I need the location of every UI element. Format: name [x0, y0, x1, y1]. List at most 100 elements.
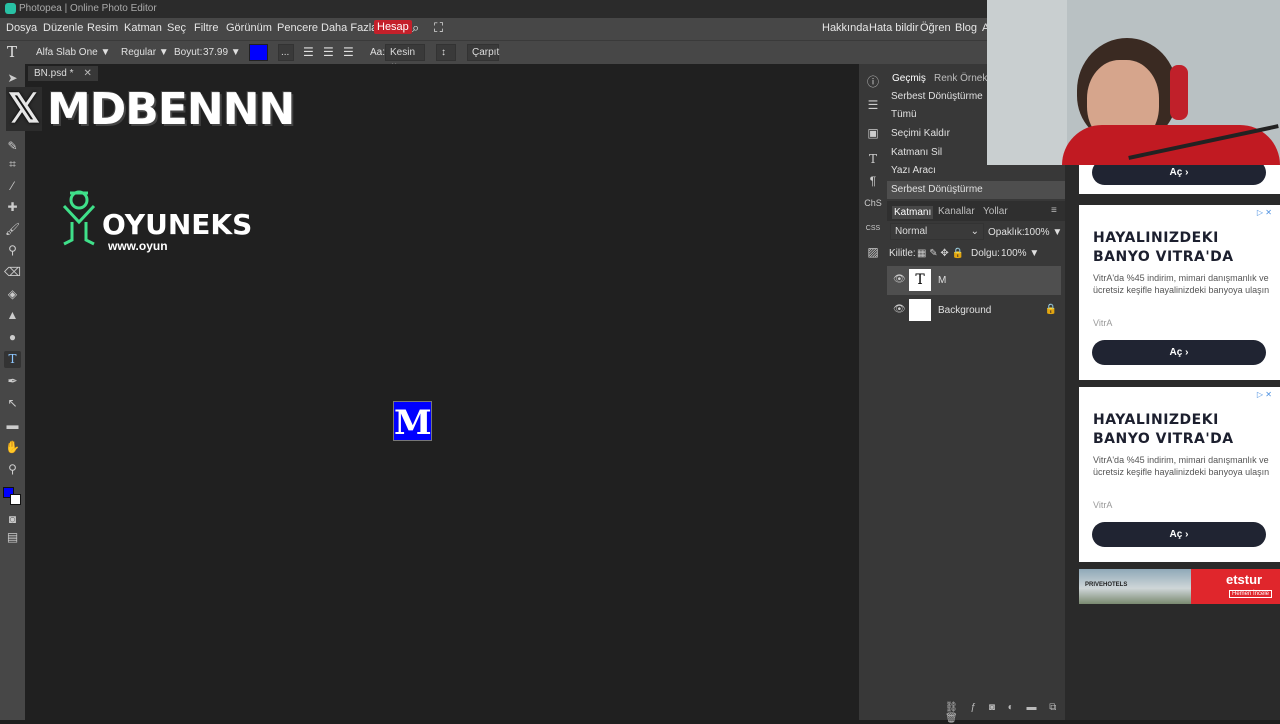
ad-choices-icon[interactable]: ▷ ✕: [1257, 208, 1272, 217]
panel-menu-icon[interactable]: ≡: [1051, 205, 1057, 216]
ad-card[interactable]: ▷ ✕ HAYALINIZDEKI BANYO VITRA'DA VitrA'd…: [1079, 387, 1280, 562]
canvas-area[interactable]: [25, 64, 859, 720]
layer-row[interactable]: 👁 Background 🔒: [887, 296, 1061, 325]
brush-edit-icon[interactable]: ✎: [4, 138, 21, 155]
visibility-eye-icon[interactable]: 👁: [893, 304, 906, 315]
screen-mode-icon[interactable]: ▤: [4, 529, 21, 546]
character-icon[interactable]: T: [864, 150, 882, 168]
text-orientation-button[interactable]: ↕: [436, 44, 456, 61]
fullscreen-icon[interactable]: ⛶: [434, 20, 443, 36]
align-right-icon[interactable]: ☰: [343, 45, 354, 59]
menu-layer[interactable]: Katman: [124, 22, 162, 34]
tab-layers[interactable]: Katmanı: [892, 206, 934, 219]
webcam-headphone: [1170, 65, 1188, 120]
lock-icons[interactable]: ▦ ✎ ✥ 🔒: [917, 248, 964, 259]
brush-tool-icon[interactable]: 🖌: [4, 221, 21, 238]
ad-banner-hotel-image[interactable]: PRIVEHOTELS: [1079, 569, 1191, 604]
menu-about[interactable]: Hakkında: [822, 22, 868, 34]
photopea-logo-icon: [5, 3, 16, 14]
lock-icon: 🔒: [1044, 304, 1057, 315]
fill-tool-icon[interactable]: ◈: [4, 286, 21, 303]
eraser-tool-icon[interactable]: ⌫: [4, 264, 21, 281]
search-icon[interactable]: ⌕: [412, 20, 419, 36]
pen-tool-icon[interactable]: ✒: [4, 373, 21, 390]
info-icon[interactable]: ⓘ: [864, 73, 882, 91]
ad-title: HAYALINIZDEKI BANYO VITRA'DA: [1093, 412, 1234, 447]
menu-edit[interactable]: Düzenle: [43, 22, 83, 34]
oyuneks-url-text: www.oyun: [108, 239, 168, 253]
window-title: Photopea | Online Photo Editor: [19, 3, 157, 14]
ad-banner-cta: Hemen İncele: [1229, 590, 1273, 598]
tab-channels[interactable]: Kanallar: [938, 206, 975, 217]
move-tool-icon[interactable]: ➤: [4, 70, 21, 87]
ad-description: VitrA'da %45 indirim, mimari danışmanlık…: [1093, 273, 1270, 295]
properties-icon[interactable]: ▣: [864, 124, 882, 142]
crop-tool-icon[interactable]: ⌗: [4, 156, 21, 173]
history-item-current[interactable]: Serbest Dönüştürme: [887, 181, 1065, 199]
more-options-button[interactable]: ...: [278, 44, 294, 61]
text-tool-icon[interactable]: T: [7, 43, 17, 61]
sharpen-tool-icon[interactable]: ▲: [4, 307, 21, 324]
ad-open-button[interactable]: Aç ›: [1092, 522, 1266, 547]
menu-select[interactable]: Seç: [167, 22, 186, 34]
healing-icon[interactable]: ✚: [4, 199, 21, 216]
quick-mask-icon[interactable]: ◙: [4, 511, 21, 528]
shape-tool-icon[interactable]: ▬: [4, 417, 21, 434]
layer-name: M: [938, 275, 947, 286]
opacity-input[interactable]: 100% ▼: [1024, 227, 1062, 238]
dodge-tool-icon[interactable]: ●: [4, 329, 21, 346]
warp-text-button[interactable]: Çarpıt: [467, 44, 499, 61]
ad-choices-icon[interactable]: ▷ ✕: [1257, 390, 1272, 399]
canvas-text-layer[interactable]: M: [393, 401, 432, 443]
align-center-icon[interactable]: ☰: [323, 45, 334, 59]
menu-window[interactable]: Pencere: [277, 22, 318, 34]
font-family-select[interactable]: Alfa Slab One ▼: [36, 47, 110, 58]
ad-card[interactable]: ▷ ✕ HAYALINIZDEKI BANYO VITRA'DA VitrA'd…: [1079, 205, 1280, 380]
document-tab-title: BN.psd *: [34, 68, 74, 79]
layer-footer-icons[interactable]: ⛓ ƒ ◙ ◐ ▬ ⧉ 🗑: [945, 702, 1065, 724]
eyedropper-icon[interactable]: ⁄: [4, 178, 21, 195]
layer-row[interactable]: 👁 T M: [887, 266, 1061, 295]
visibility-eye-icon[interactable]: 👁: [893, 274, 906, 285]
tab-swatches[interactable]: Renk Örnekle: [934, 73, 995, 84]
ad-brand: VitrA: [1093, 500, 1113, 510]
menu-report-bug[interactable]: Hata bildir: [869, 22, 919, 34]
background-layer-thumb: [909, 299, 931, 321]
tab-paths[interactable]: Yollar: [983, 206, 1008, 217]
menu-file[interactable]: Dosya: [6, 22, 37, 34]
path-select-icon[interactable]: ↖: [4, 395, 21, 412]
font-size-input[interactable]: 37.99 ▼: [203, 47, 241, 58]
character-styles-icon[interactable]: ChS: [864, 194, 882, 212]
type-tool-icon[interactable]: T: [4, 351, 21, 368]
menu-filter[interactable]: Filtre: [194, 22, 218, 34]
menu-image[interactable]: Resim: [87, 22, 118, 34]
document-tab[interactable]: BN.psd * ✕: [28, 66, 98, 81]
webcam-wall: [987, 0, 1067, 165]
blend-mode-select[interactable]: Normal ⌄: [890, 223, 984, 240]
menu-more[interactable]: Daha Fazla: [321, 22, 377, 34]
image-icon[interactable]: ▨: [864, 243, 882, 261]
adjustments-icon[interactable]: ☰: [864, 96, 882, 114]
antialias-select[interactable]: Kesin ⌄: [385, 44, 425, 69]
paragraph-icon[interactable]: ¶: [864, 172, 882, 190]
stamp-tool-icon[interactable]: ⚲: [4, 242, 21, 259]
x-handle-text: MDBENNN: [47, 84, 295, 135]
css-icon[interactable]: CSS: [864, 220, 882, 238]
ad-banner-etstur[interactable]: etstur Hemen İncele: [1191, 569, 1280, 604]
zoom-tool-icon[interactable]: ⚲: [4, 461, 21, 478]
tab-history[interactable]: Geçmiş: [892, 73, 926, 84]
menu-view[interactable]: Görünüm: [226, 22, 272, 34]
ad-open-button[interactable]: Aç ›: [1092, 340, 1266, 365]
ad-description: VitrA'da %45 indirim, mimari danışmanlık…: [1093, 455, 1270, 477]
lock-label: Kilitle:: [889, 248, 916, 259]
menu-blog[interactable]: Blog: [955, 22, 977, 34]
fill-input[interactable]: 100% ▼: [1001, 248, 1039, 259]
close-tab-icon[interactable]: ✕: [83, 68, 91, 79]
text-color-swatch[interactable]: [249, 44, 268, 61]
background-color-swatch[interactable]: [10, 494, 21, 505]
menu-learn[interactable]: Öğren: [920, 22, 951, 34]
font-style-select[interactable]: Regular ▼: [121, 47, 169, 58]
hand-tool-icon[interactable]: ✋: [4, 439, 21, 456]
menu-account[interactable]: Hesap: [374, 20, 412, 34]
align-left-icon[interactable]: ☰: [303, 45, 314, 59]
